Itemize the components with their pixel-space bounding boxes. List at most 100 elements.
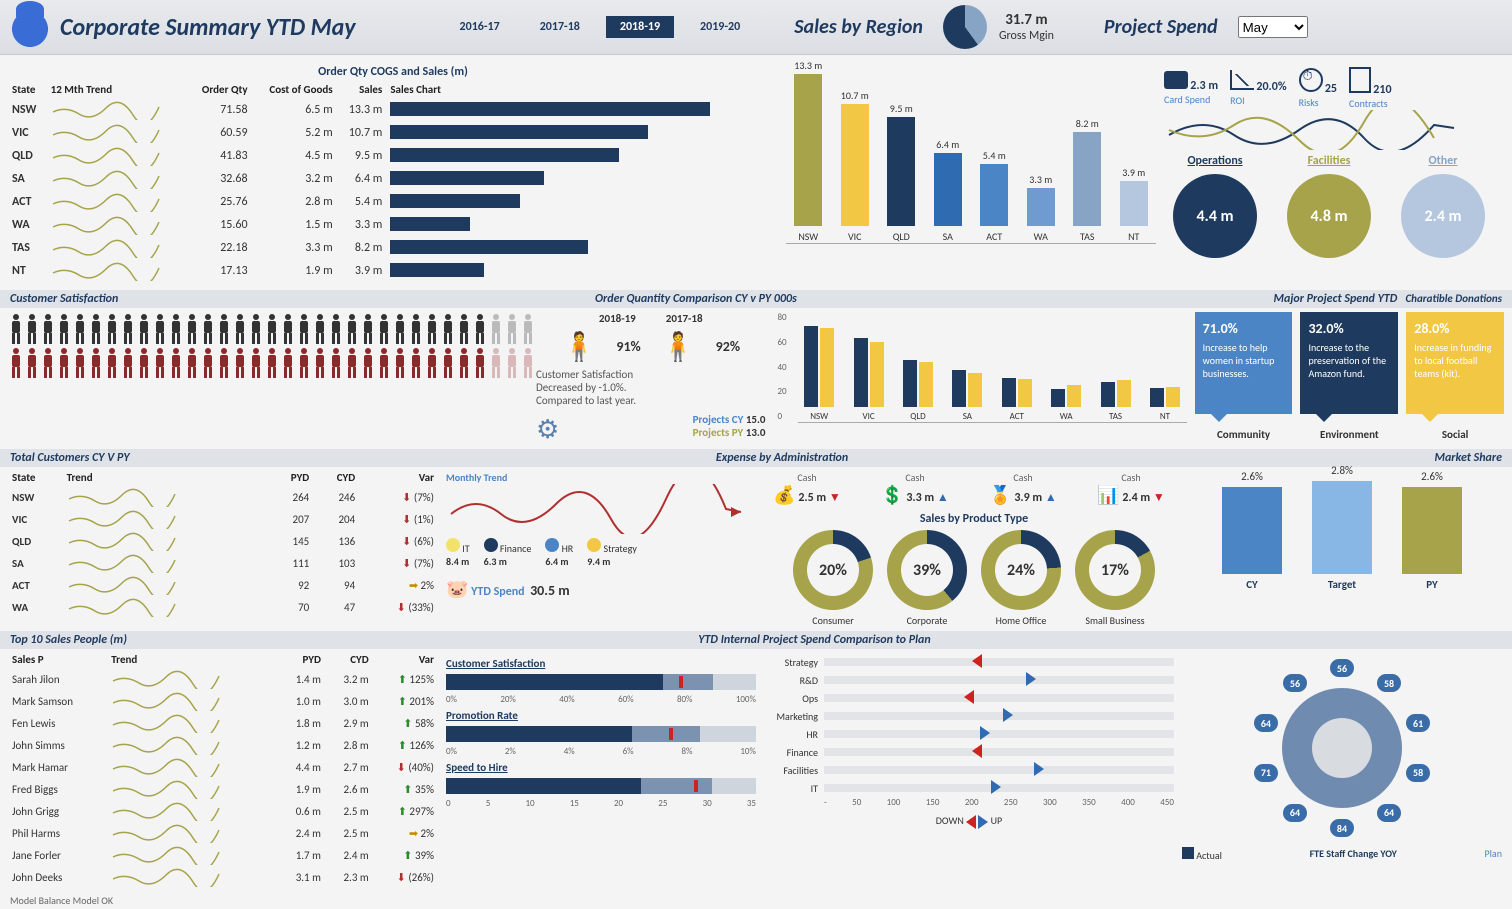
donation-card: 32.0%Increase to the preservation of the… [1300, 312, 1398, 414]
person-icon [281, 347, 295, 379]
month-select[interactable]: May [1238, 16, 1308, 38]
fte-value: 71 [1254, 764, 1278, 782]
fte-value: 64 [1377, 804, 1401, 822]
person-icon [313, 313, 327, 345]
app-logo-icon [10, 7, 50, 47]
plan-row: Strategy [764, 653, 1174, 671]
person-icon [489, 347, 503, 379]
person-icon [137, 347, 151, 379]
project-spend-heading: Project Spend [1104, 15, 1218, 39]
fte-value: 64 [1283, 804, 1307, 822]
person-icon [425, 347, 439, 379]
table-row: ACT25.762.8 m5.4 m [8, 190, 778, 213]
market-share-chart: 2.6%CY2.8%Target2.6%PY [1192, 471, 1492, 591]
person-icon [249, 313, 263, 345]
person-icon [297, 313, 311, 345]
person-icon [9, 313, 23, 345]
person-icon [425, 313, 439, 345]
table-row: QLD145136⬇ (6%) [8, 530, 438, 552]
person-icon [377, 313, 391, 345]
sales-by-region-chart: 13.3 mNSW10.7 mVIC9.5 mQLD6.4 mSA5.4 mAC… [786, 63, 1156, 244]
person-icon [169, 347, 183, 379]
person-icon [201, 313, 215, 345]
plan-row: R&D [764, 671, 1174, 689]
year-tab[interactable]: 2018-19 [606, 16, 674, 38]
person-icon [25, 347, 39, 379]
donut-chart: 24% [981, 530, 1061, 610]
person-icon [393, 347, 407, 379]
person-icon [457, 313, 471, 345]
plan-row: HR [764, 725, 1174, 743]
donut-chart: 20% [793, 530, 873, 610]
page-title: Corporate Summary YTD May [60, 13, 356, 42]
person-icon [121, 347, 135, 379]
person-icon [105, 313, 119, 345]
year-tab[interactable]: 2016-17 [446, 16, 514, 38]
person-icon [249, 347, 263, 379]
table-row: John Grigg0.6 m2.5 m⬆ 297% [8, 800, 438, 822]
person-icon [41, 313, 55, 345]
person-icon [185, 347, 199, 379]
person-icon [345, 347, 359, 379]
table-row: Sarah Jilon1.4 m3.2 m⬆ 125% [8, 668, 438, 690]
table-row: Fred Biggs1.9 m2.6 m⬆ 35% [8, 778, 438, 800]
fte-value: 61 [1406, 714, 1430, 732]
people-row-cy [8, 312, 528, 346]
footer: Model Balance Model OK [0, 892, 1512, 909]
donation-card: 28.0%Increase in funding to local footba… [1406, 312, 1504, 414]
cash-kpi: Cash💲 3.3 m ▲ [872, 471, 958, 506]
plan-row: Finance [764, 743, 1174, 761]
person-icon [345, 313, 359, 345]
person-icon [185, 313, 199, 345]
person-icon [313, 347, 327, 379]
gross-margin-kpi: 31.7 m Gross Mgin [999, 11, 1054, 43]
person-icon [441, 347, 455, 379]
person-icon [361, 313, 375, 345]
person-icon [329, 313, 343, 345]
person-icon [521, 347, 535, 379]
table-row: John Simms1.2 m2.8 m⬆ 126% [8, 734, 438, 756]
person-icon [73, 313, 87, 345]
person-icon [233, 347, 247, 379]
table-row: TAS22.183.3 m8.2 m [8, 236, 778, 259]
donation-cards: 71.0%Increase to help women in startup b… [1195, 312, 1504, 414]
person-icon [409, 313, 423, 345]
table-row: WA7047⬇ (33%) [8, 596, 438, 618]
person-icon [201, 347, 215, 379]
table-row: SA111103⬇ (7%) [8, 552, 438, 574]
gear-icon: ⚙ [536, 413, 559, 445]
person-icon [105, 347, 119, 379]
table-row: Jane Forler1.7 m2.4 m⬆ 39% [8, 844, 438, 866]
piggy-bank-icon: 🐷 [446, 578, 468, 600]
person-icon [217, 313, 231, 345]
person-icon [89, 313, 103, 345]
major-spend-title: Major Project Spend YTD [1274, 292, 1398, 306]
bullet-charts: Customer Satisfaction0%20%40%60%80%100%P… [446, 653, 756, 888]
expense-trend-sparkline [446, 484, 746, 534]
person-icon [265, 313, 279, 345]
fte-value: 64 [1254, 714, 1278, 732]
plan-row: Facilities [764, 761, 1174, 779]
customers-table: StateTrendPYDCYDVar NSW264246⬇ (7%)VIC20… [8, 471, 438, 618]
person-icon [89, 347, 103, 379]
product-type-donuts: 20%Consumer39%Corporate24%Home Office17%… [764, 530, 1184, 627]
plan-row: Marketing [764, 707, 1174, 725]
fte-value: 56 [1330, 659, 1354, 677]
person-icon [457, 347, 471, 379]
fte-value: 58 [1406, 764, 1430, 782]
person-icon [233, 313, 247, 345]
year-tab[interactable]: 2019-20 [686, 16, 754, 38]
person-icon [41, 347, 55, 379]
person-icon [489, 313, 503, 345]
table-row: NSW71.586.5 m13.3 m [8, 98, 778, 121]
table-row: NT17.131.9 m3.9 m [8, 259, 778, 282]
customers-table-title: Total Customers CY V PY [10, 451, 130, 465]
person-icon [297, 347, 311, 379]
card-spend-icon [1164, 71, 1188, 89]
table-row: ACT9294➡ 2% [8, 574, 438, 596]
salespeople-table: Sales PTrendPYDCYDVar Sarah Jilon1.4 m3.… [8, 653, 438, 888]
roi-icon [1230, 70, 1254, 90]
year-tab[interactable]: 2017-18 [526, 16, 594, 38]
table-row: QLD41.834.5 m9.5 m [8, 144, 778, 167]
table-row: WA15.601.5 m3.3 m [8, 213, 778, 236]
